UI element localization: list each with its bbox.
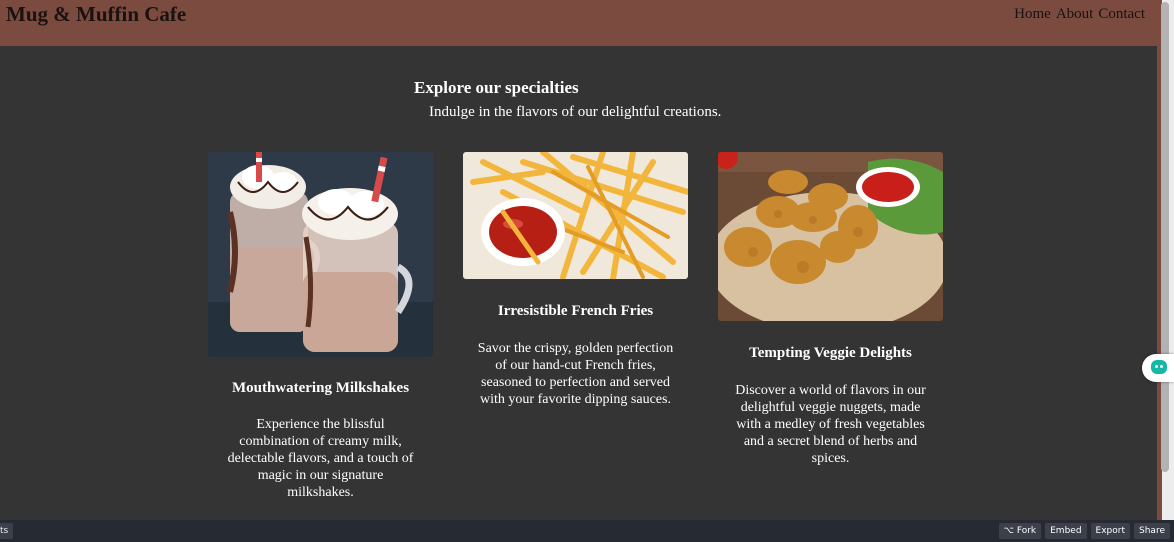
card-veggie-delights: Tempting Veggie Delights Discover a worl… xyxy=(718,152,943,467)
nav-home-link[interactable]: Home xyxy=(1014,6,1051,23)
milkshake-photo xyxy=(208,152,433,357)
card-title: Irresistible French Fries xyxy=(497,303,654,319)
footer-left-tab[interactable]: ts xyxy=(0,523,14,539)
french-fries-photo xyxy=(463,152,688,279)
section-subtitle: Indulge in the flavors of our delightful… xyxy=(429,104,722,120)
section-title: Explore our specialties xyxy=(414,78,579,97)
card-description: Discover a world of flavors in our delig… xyxy=(735,383,926,466)
card-title: Tempting Veggie Delights xyxy=(749,345,912,361)
footer-actions: ⌥ Fork Embed Export Share xyxy=(998,523,1170,539)
chat-icon xyxy=(1151,360,1167,374)
card-description: Savor the crispy, golden perfection of o… xyxy=(477,341,674,407)
nav-contact-link[interactable]: Contact xyxy=(1098,6,1145,23)
card-french-fries: Irresistible French Fries Savor the cris… xyxy=(463,152,688,408)
embed-button[interactable]: Embed xyxy=(1045,523,1087,539)
site-header: Mug & Muffin Cafe Home About Contact xyxy=(0,0,1157,46)
fork-button[interactable]: ⌥ Fork xyxy=(998,523,1042,539)
page-viewport: Mug & Muffin Cafe Home About Contact Exp… xyxy=(0,0,1157,520)
veggie-nuggets-photo xyxy=(718,152,943,321)
editor-footer: ts ⌥ Fork Embed Export Share xyxy=(0,520,1174,542)
chat-widget-button[interactable] xyxy=(1142,354,1174,382)
card-milkshakes: Mouthwatering Milkshakes Experience the … xyxy=(208,152,433,501)
scrollbar-thumb[interactable] xyxy=(1161,2,1169,472)
share-button[interactable]: Share xyxy=(1134,523,1170,539)
main-nav: Home About Contact xyxy=(1014,6,1145,23)
card-title: Mouthwatering Milkshakes xyxy=(231,380,410,396)
export-button[interactable]: Export xyxy=(1090,523,1131,539)
nav-about-link[interactable]: About xyxy=(1056,6,1094,23)
card-description: Experience the blissful combination of c… xyxy=(227,417,414,500)
site-brand[interactable]: Mug & Muffin Cafe xyxy=(6,2,186,27)
